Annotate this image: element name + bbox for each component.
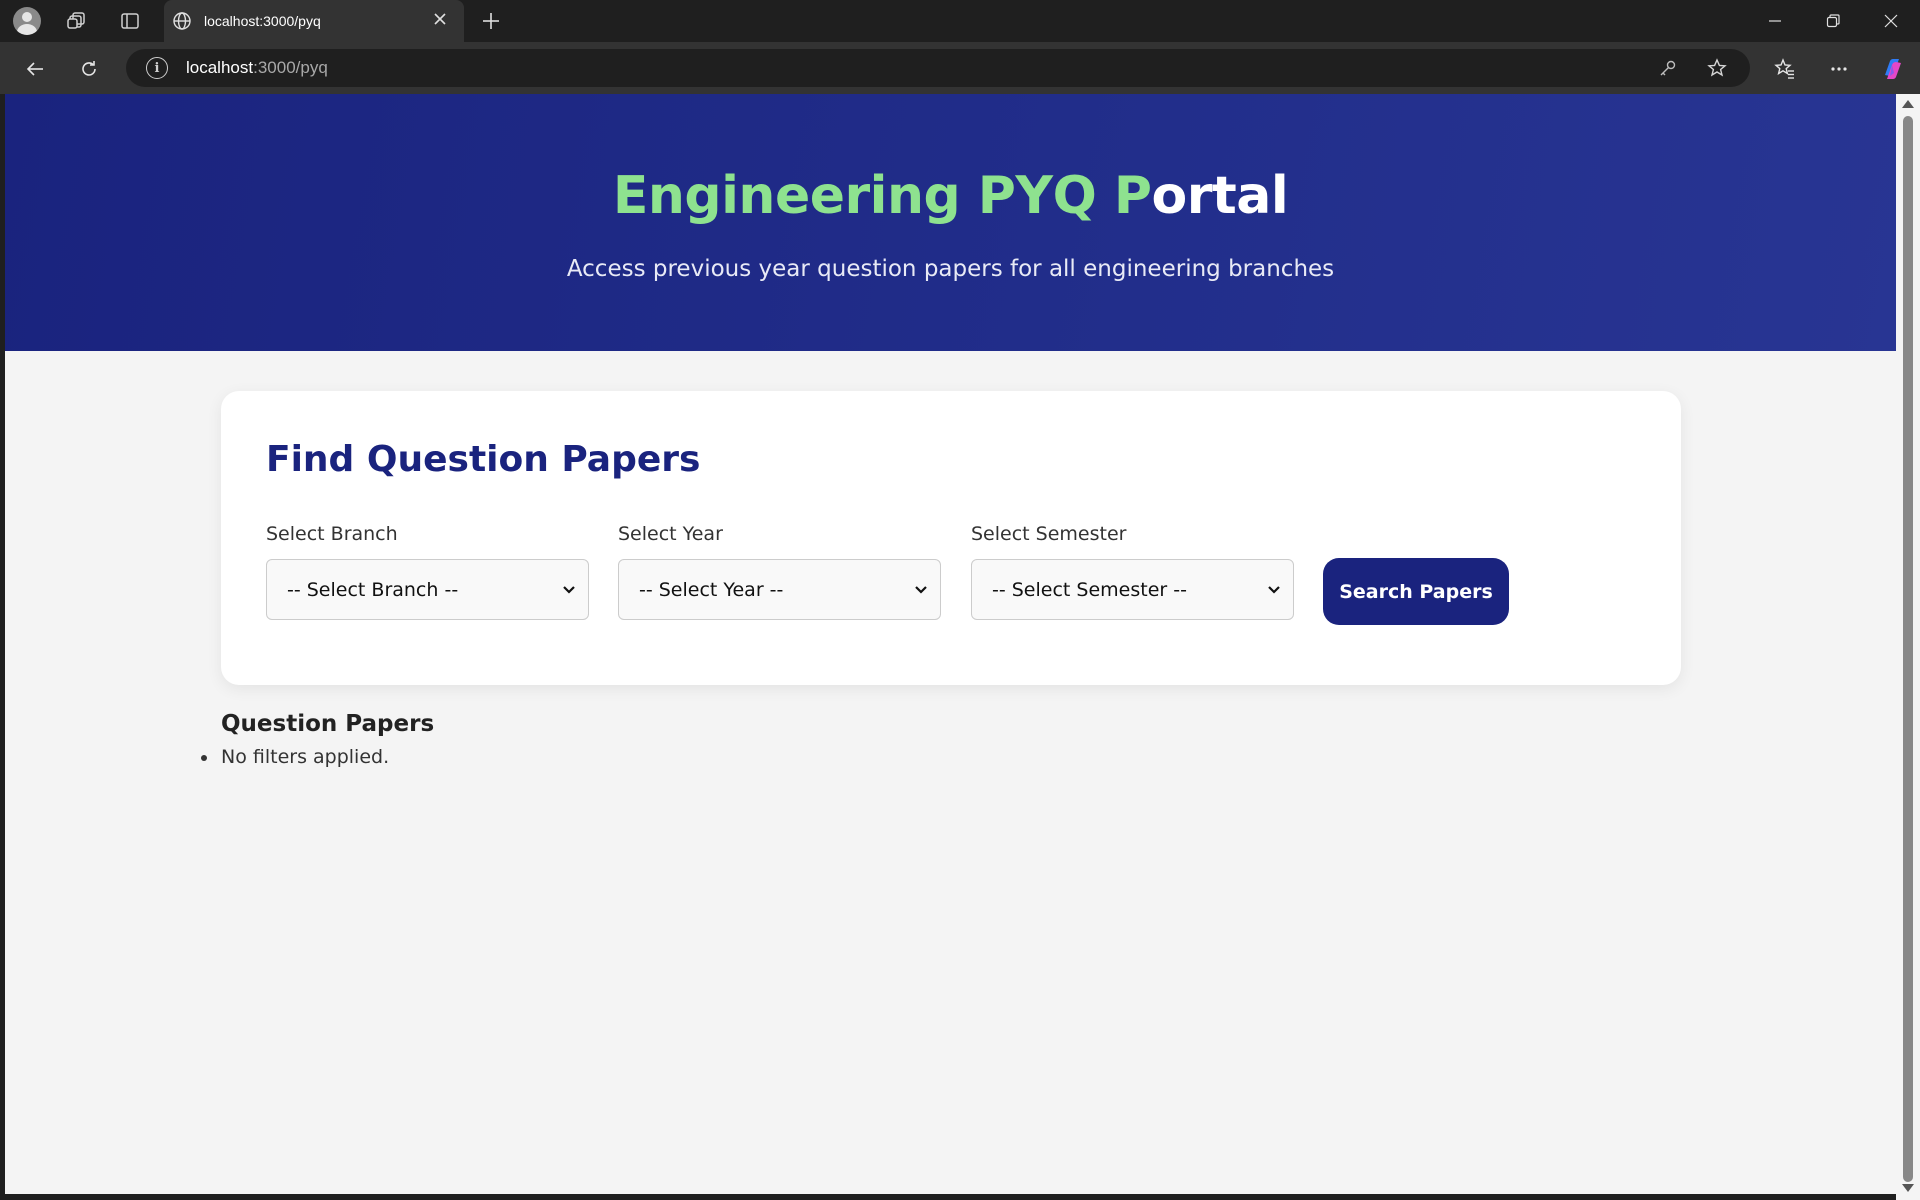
chevron-down-icon (914, 585, 928, 595)
active-tab[interactable]: localhost:3000/pyq (164, 0, 464, 42)
chevron-down-icon (1267, 585, 1281, 595)
semester-field: Select Semester -- Select Semester -- (971, 523, 1294, 620)
new-tab-icon[interactable] (476, 6, 506, 36)
results-heading: Question Papers (221, 711, 435, 737)
close-icon[interactable] (428, 12, 452, 31)
tab-title: localhost:3000/pyq (204, 13, 321, 29)
chevron-down-icon (562, 585, 576, 595)
scroll-thumb[interactable] (1903, 116, 1913, 1182)
favorites-icon[interactable] (1768, 52, 1802, 86)
scroll-up-arrow[interactable] (1902, 100, 1914, 108)
year-field: Select Year -- Select Year -- (618, 523, 941, 620)
close-window-icon[interactable] (1862, 0, 1920, 42)
more-icon[interactable] (1822, 52, 1856, 86)
browser-toolbar: i localhost:3000/pyq (0, 42, 1920, 94)
semester-label: Select Semester (971, 523, 1127, 545)
restore-icon[interactable] (1804, 0, 1862, 42)
hero-subtitle: Access previous year question papers for… (566, 256, 1335, 282)
copilot-icon[interactable] (1876, 52, 1910, 86)
page-scrollbar[interactable] (1896, 94, 1920, 1200)
key-icon[interactable] (1655, 55, 1681, 81)
results-list: No filters applied. (200, 746, 390, 768)
info-icon[interactable]: i (146, 57, 168, 79)
url-path: :3000/pyq (253, 58, 328, 77)
year-select[interactable]: -- Select Year -- (618, 559, 941, 620)
back-icon[interactable] (18, 52, 52, 86)
semester-select[interactable]: -- Select Semester -- (971, 559, 1294, 620)
semester-select-value: -- Select Semester -- (992, 578, 1187, 601)
url-host: localhost (186, 58, 254, 77)
page-viewport: Engineering PYQ Portal Access previous y… (5, 94, 1896, 1194)
workspaces-icon[interactable] (62, 6, 92, 36)
scroll-down-arrow[interactable] (1902, 1184, 1914, 1192)
search-card: Find Question Papers Select Branch -- Se… (221, 391, 1681, 685)
title-rest: ortal (1151, 166, 1289, 226)
year-label: Select Year (618, 523, 723, 545)
url-text[interactable]: localhost:3000/pyq (186, 58, 328, 78)
branch-field: Select Branch -- Select Branch -- (266, 523, 589, 620)
profile-icon[interactable] (12, 6, 42, 36)
hero-banner: Engineering PYQ Portal Access previous y… (5, 94, 1896, 351)
search-card-title: Find Question Papers (266, 439, 701, 480)
title-highlight: Engineering PYQ P (612, 166, 1152, 226)
tab-actions-icon[interactable] (115, 6, 145, 36)
globe-icon (172, 11, 192, 31)
year-select-value: -- Select Year -- (639, 578, 784, 601)
search-papers-button[interactable]: Search Papers (1323, 558, 1509, 625)
branch-select-value: -- Select Branch -- (287, 578, 459, 601)
address-bar[interactable]: i localhost:3000/pyq (126, 49, 1750, 87)
refresh-icon[interactable] (72, 52, 106, 86)
branch-select[interactable]: -- Select Branch -- (266, 559, 589, 620)
list-item: No filters applied. (200, 746, 390, 768)
branch-label: Select Branch (266, 523, 398, 545)
star-icon[interactable] (1704, 55, 1730, 81)
minimize-icon[interactable] (1746, 0, 1804, 42)
browser-tab-bar: localhost:3000/pyq (0, 0, 1920, 42)
page-title: Engineering PYQ Portal (5, 166, 1896, 226)
